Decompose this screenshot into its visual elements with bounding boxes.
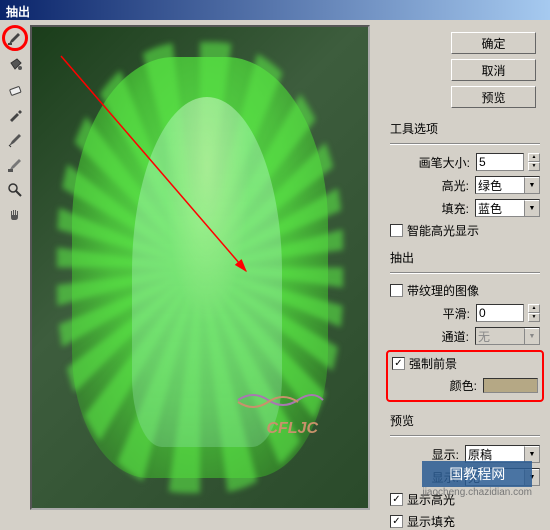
- extract-header: 抽出: [390, 249, 540, 266]
- show-fill-label: 显示填充: [407, 513, 455, 530]
- dialog-title: 抽出: [6, 5, 30, 19]
- textured-checkbox[interactable]: [390, 284, 403, 297]
- preview-section-header: 预览: [390, 412, 540, 429]
- textured-label: 带纹理的图像: [407, 282, 479, 299]
- cleanup-tool[interactable]: [4, 129, 26, 151]
- preview-canvas[interactable]: CFLJC: [30, 25, 370, 510]
- force-foreground-checkbox[interactable]: ✓: [392, 357, 405, 370]
- watermark-decoration: [228, 388, 328, 413]
- color-label: 颜色:: [450, 377, 477, 394]
- color-swatch[interactable]: [483, 378, 538, 393]
- eraser-tool[interactable]: [4, 79, 26, 101]
- show-highlight-checkbox[interactable]: ✓: [390, 493, 403, 506]
- smooth-input[interactable]: [476, 304, 524, 322]
- force-foreground-highlight: ✓ 强制前景 颜色:: [386, 350, 544, 402]
- fill-dropdown[interactable]: 蓝色 ▼: [475, 199, 540, 217]
- highlighter-tool[interactable]: [2, 25, 28, 51]
- force-foreground-label: 强制前景: [409, 355, 457, 372]
- brush-size-spinner[interactable]: ▲▼: [528, 153, 540, 171]
- chevron-down-icon: ▼: [524, 446, 539, 462]
- show1-label: 显示:: [432, 446, 459, 463]
- brush-size-input[interactable]: [476, 153, 524, 171]
- highlight-value: 绿色: [478, 177, 502, 194]
- smart-highlight-label: 智能高光显示: [407, 222, 479, 239]
- smooth-spinner[interactable]: ▲▼: [528, 304, 540, 322]
- show1-value: 原稿: [468, 446, 492, 463]
- hand-tool[interactable]: [4, 204, 26, 226]
- chevron-down-icon: ▼: [524, 328, 539, 344]
- channel-label: 通道:: [442, 328, 469, 345]
- preview-button[interactable]: 预览: [451, 86, 536, 108]
- smart-highlight-checkbox[interactable]: [390, 224, 403, 237]
- dialog-titlebar: 抽出: [0, 0, 550, 20]
- corner-watermark-line2: jiaocheng.chazidian.com: [422, 487, 532, 498]
- show-fill-checkbox[interactable]: ✓: [390, 515, 403, 528]
- ok-button[interactable]: 确定: [451, 32, 536, 54]
- fill-label: 填充:: [442, 200, 469, 217]
- channel-dropdown: 无 ▼: [475, 327, 540, 345]
- smooth-label: 平滑:: [443, 305, 470, 322]
- highlight-dropdown[interactable]: 绿色 ▼: [475, 176, 540, 194]
- fill-value: 蓝色: [478, 200, 502, 217]
- corner-watermark: 国教程网 jiaocheng.chazidian.com: [422, 461, 532, 498]
- fill-tool[interactable]: [4, 54, 26, 76]
- cancel-button[interactable]: 取消: [451, 59, 536, 81]
- chevron-down-icon: ▼: [524, 177, 539, 193]
- corner-watermark-line1: 国教程网: [422, 461, 532, 487]
- highlight-label: 高光:: [442, 177, 469, 194]
- zoom-tool[interactable]: [4, 179, 26, 201]
- brush-size-label: 画笔大小:: [419, 154, 470, 171]
- tool-options-header: 工具选项: [390, 120, 540, 137]
- toolbar: [0, 20, 30, 523]
- canvas-image: [32, 27, 368, 508]
- eyedropper-tool[interactable]: [4, 104, 26, 126]
- chevron-down-icon: ▼: [524, 200, 539, 216]
- channel-value: 无: [478, 328, 490, 345]
- edge-touchup-tool[interactable]: [4, 154, 26, 176]
